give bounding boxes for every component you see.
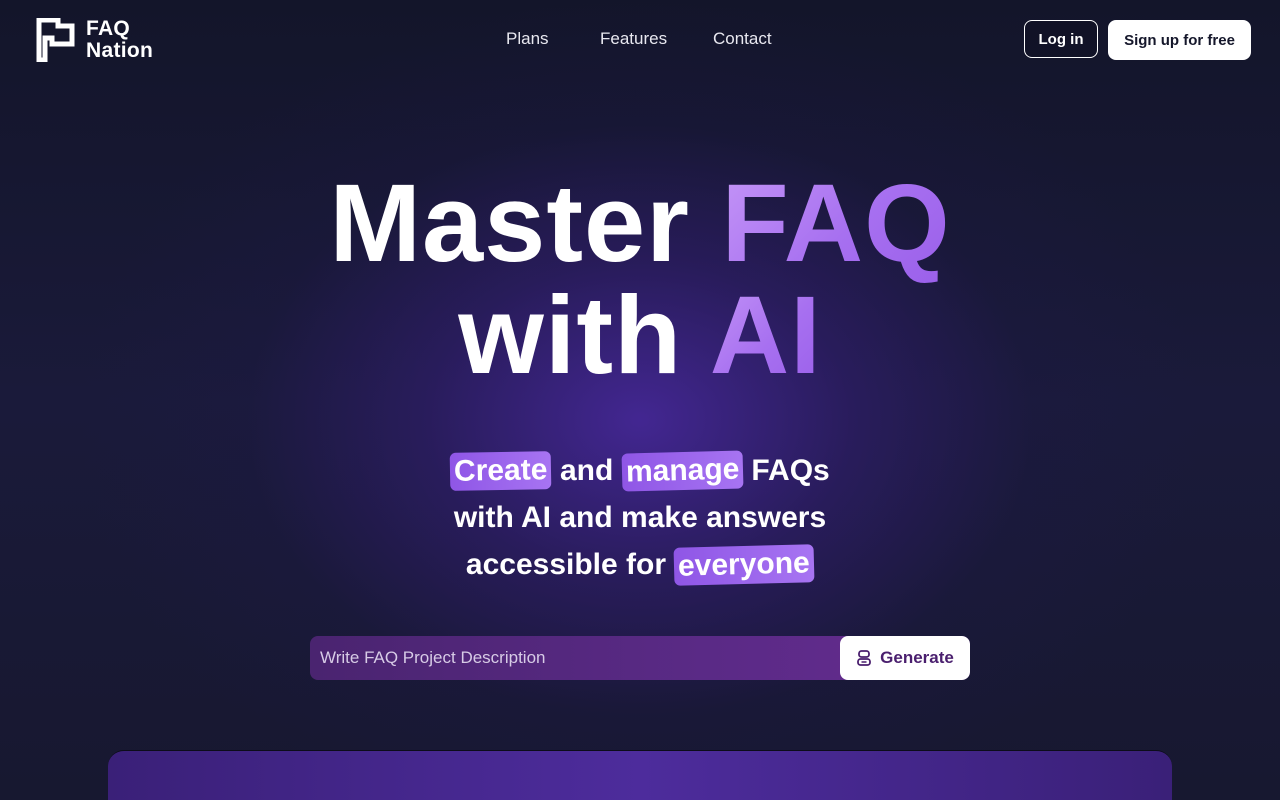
hero-title-ai: AI: [709, 274, 822, 397]
robot-icon: [857, 650, 872, 666]
brand-name: FAQ Nation: [86, 18, 153, 62]
nav-contact[interactable]: Contact: [713, 29, 772, 49]
highlight-manage: manage: [621, 450, 744, 492]
brand-logo[interactable]: FAQ Nation: [36, 18, 153, 62]
landing-page: FAQ Nation Plans Features Contact Log in…: [0, 0, 1280, 800]
generate-button[interactable]: Generate: [840, 636, 970, 680]
generate-bar: Generate: [310, 636, 970, 680]
highlight-create: Create: [449, 451, 552, 491]
hero-title: Master FAQ with AI: [0, 168, 1280, 392]
hero-sub-line2: with AI and make answers: [453, 501, 827, 534]
project-description-input[interactable]: [310, 636, 838, 680]
generate-button-label: Generate: [880, 648, 954, 667]
hero-title-line2: with AI: [0, 280, 1280, 392]
highlight-everyone: everyone: [673, 544, 815, 586]
preview-card: [108, 750, 1172, 800]
brand-line1: FAQ: [86, 17, 131, 40]
brand-line2: Nation: [86, 39, 154, 62]
hero-title-line1: Master FAQ: [0, 168, 1280, 280]
sub-faqs: FAQs: [751, 454, 830, 487]
hero-subtitle: Create and manage FAQs with AI and make …: [0, 447, 1280, 588]
hero-title-faq: FAQ: [721, 162, 951, 285]
sub-accessible: accessible for: [465, 548, 667, 581]
sub-and: and: [559, 454, 614, 487]
flag-logo-icon: [36, 18, 75, 62]
hero-sub-line3: accessible for everyone: [0, 541, 1280, 588]
login-button[interactable]: Log in: [1024, 20, 1098, 58]
hero-title-with: with: [458, 274, 683, 397]
nav-features[interactable]: Features: [600, 29, 667, 49]
hero-title-master: Master: [329, 162, 690, 285]
nav-plans[interactable]: Plans: [506, 29, 549, 49]
signup-button[interactable]: Sign up for free: [1108, 20, 1251, 60]
hero-sub-line1: Create and manage FAQs: [0, 447, 1280, 494]
header: FAQ Nation Plans Features Contact Log in…: [0, 0, 1280, 80]
